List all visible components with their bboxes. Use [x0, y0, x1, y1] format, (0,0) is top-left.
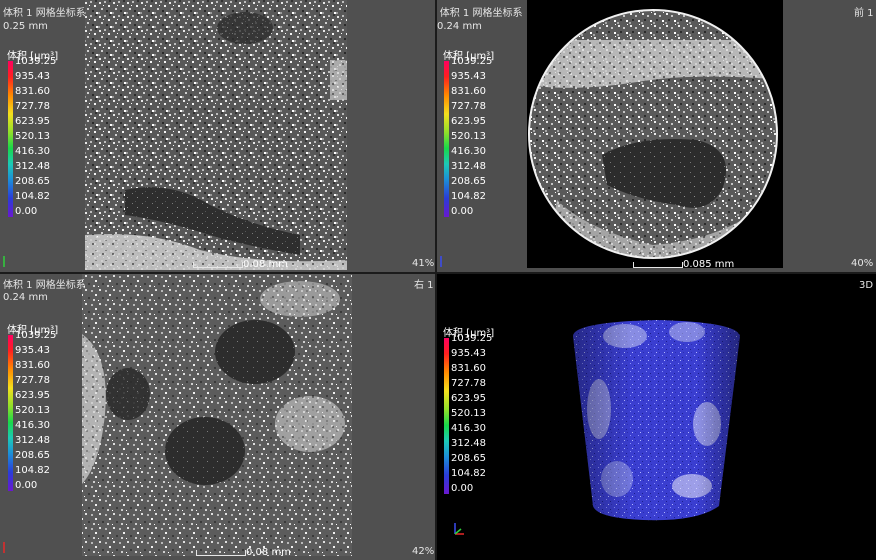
view-orientation-label: 右 1	[414, 280, 434, 291]
color-legend: 体积 [μm³] 1039.25 935.43 831.60 727.78 62…	[7, 47, 77, 225]
axis-triad-icon	[3, 256, 5, 267]
axis-triad-icon	[3, 542, 5, 553]
legend-tick: 0.00	[451, 206, 474, 217]
axis-triad-3d-icon	[454, 523, 464, 535]
legend-tick: 935.43	[15, 345, 50, 356]
legend-tick: 312.48	[451, 161, 486, 172]
scale-bar-label: 0.08 mm	[246, 547, 291, 558]
scale-bar-label: 0.08 mm	[243, 259, 288, 270]
legend-tick: 0.00	[451, 483, 474, 494]
legend-tick: 520.13	[15, 405, 50, 416]
legend-tick: 520.13	[451, 408, 486, 419]
legend-tick: 1039.25	[451, 333, 493, 344]
legend-tick: 208.65	[15, 450, 50, 461]
color-legend: 体积 [μm³] 1039.25 935.43 831.60 727.78 62…	[7, 321, 77, 499]
legend-ticks: 1039.25 935.43 831.60 727.78 623.95 520.…	[15, 56, 75, 217]
legend-tick: 727.78	[15, 375, 50, 386]
legend-tick: 104.82	[15, 191, 50, 202]
legend-tick: 727.78	[451, 378, 486, 389]
legend-tick: 1039.25	[15, 330, 57, 341]
viewport-top-right[interactable]: 上 1 体积 1 网格坐标系 0.24 mm 前 1 体积 [μm³] 1039…	[437, 0, 876, 272]
color-legend: 体积 [μm³] 1039.25 935.43 831.60 727.78 62…	[443, 324, 513, 502]
legend-color-bar	[444, 61, 449, 217]
legend-tick: 208.65	[451, 453, 486, 464]
color-legend: 体积 [μm³] 1039.25 935.43 831.60 727.78 62…	[443, 47, 513, 225]
view-orientation-label: 前 1	[854, 8, 874, 19]
legend-tick: 935.43	[15, 71, 50, 82]
view-3d-label: 3D	[859, 280, 874, 291]
legend-color-bar	[8, 61, 13, 217]
legend-tick: 935.43	[451, 71, 486, 82]
viewport-3d[interactable]: 3D 体积 [μm³] 1039.25 935.43 831.60 727.78…	[437, 274, 876, 560]
legend-tick: 0.00	[15, 480, 38, 491]
legend-color-bar	[8, 335, 13, 491]
viewport-title: 上 1 体积 1 网格坐标系	[437, 8, 523, 19]
legend-tick: 208.65	[451, 176, 486, 187]
legend-tick: 0.00	[15, 206, 38, 217]
legend-tick: 208.65	[15, 176, 50, 187]
legend-tick: 831.60	[451, 363, 486, 374]
scale-bar-line	[633, 262, 683, 268]
legend-ticks: 1039.25 935.43 831.60 727.78 623.95 520.…	[451, 56, 511, 217]
distance-readout: 0.24 mm	[3, 292, 48, 303]
legend-tick: 416.30	[451, 423, 486, 434]
legend-tick: 104.82	[15, 465, 50, 476]
legend-tick: 416.30	[451, 146, 486, 157]
legend-tick: 416.30	[15, 420, 50, 431]
distance-readout: 0.25 mm	[3, 21, 48, 32]
legend-tick: 831.60	[451, 86, 486, 97]
legend-ticks: 1039.25 935.43 831.60 727.78 623.95 520.…	[451, 333, 511, 494]
scale-bar-line	[196, 550, 246, 556]
legend-tick: 623.95	[451, 393, 486, 404]
legend-tick: 520.13	[15, 131, 50, 142]
viewport-bottom-left[interactable]: 体积 1 网格坐标系 0.24 mm 右 1 体积 [μm³] 1039.25 …	[0, 274, 435, 560]
zoom-level: 41%	[412, 258, 435, 269]
legend-tick: 831.60	[15, 360, 50, 371]
legend-tick: 312.48	[15, 161, 50, 172]
legend-tick: 727.78	[451, 101, 486, 112]
legend-tick: 104.82	[451, 468, 486, 479]
distance-readout: 0.24 mm	[437, 21, 482, 32]
legend-tick: 1039.25	[15, 56, 57, 67]
legend-tick: 1039.25	[451, 56, 493, 67]
legend-tick: 623.95	[15, 116, 50, 127]
scale-bar-label: 0.085 mm	[683, 259, 735, 270]
legend-tick: 312.48	[451, 438, 486, 449]
zoom-level: 40%	[851, 258, 874, 269]
viewport-title: 体积 1 网格坐标系	[3, 8, 86, 19]
legend-color-bar	[444, 338, 449, 494]
axis-triad-icon	[440, 256, 442, 267]
legend-tick: 416.30	[15, 146, 50, 157]
legend-ticks: 1039.25 935.43 831.60 727.78 623.95 520.…	[15, 330, 75, 491]
scale-bar-line	[193, 262, 243, 268]
legend-tick: 727.78	[15, 101, 50, 112]
legend-tick: 831.60	[15, 86, 50, 97]
legend-tick: 104.82	[451, 191, 486, 202]
legend-tick: 312.48	[15, 435, 50, 446]
viewport-title: 体积 1 网格坐标系	[3, 280, 86, 291]
legend-tick: 623.95	[15, 390, 50, 401]
zoom-level: 42%	[412, 546, 435, 557]
viewport-top-left[interactable]: 体积 1 网格坐标系 0.25 mm 体积 [μm³] 1039.25 935.…	[0, 0, 435, 272]
legend-tick: 520.13	[451, 131, 486, 142]
legend-tick: 623.95	[451, 116, 486, 127]
legend-tick: 935.43	[451, 348, 486, 359]
